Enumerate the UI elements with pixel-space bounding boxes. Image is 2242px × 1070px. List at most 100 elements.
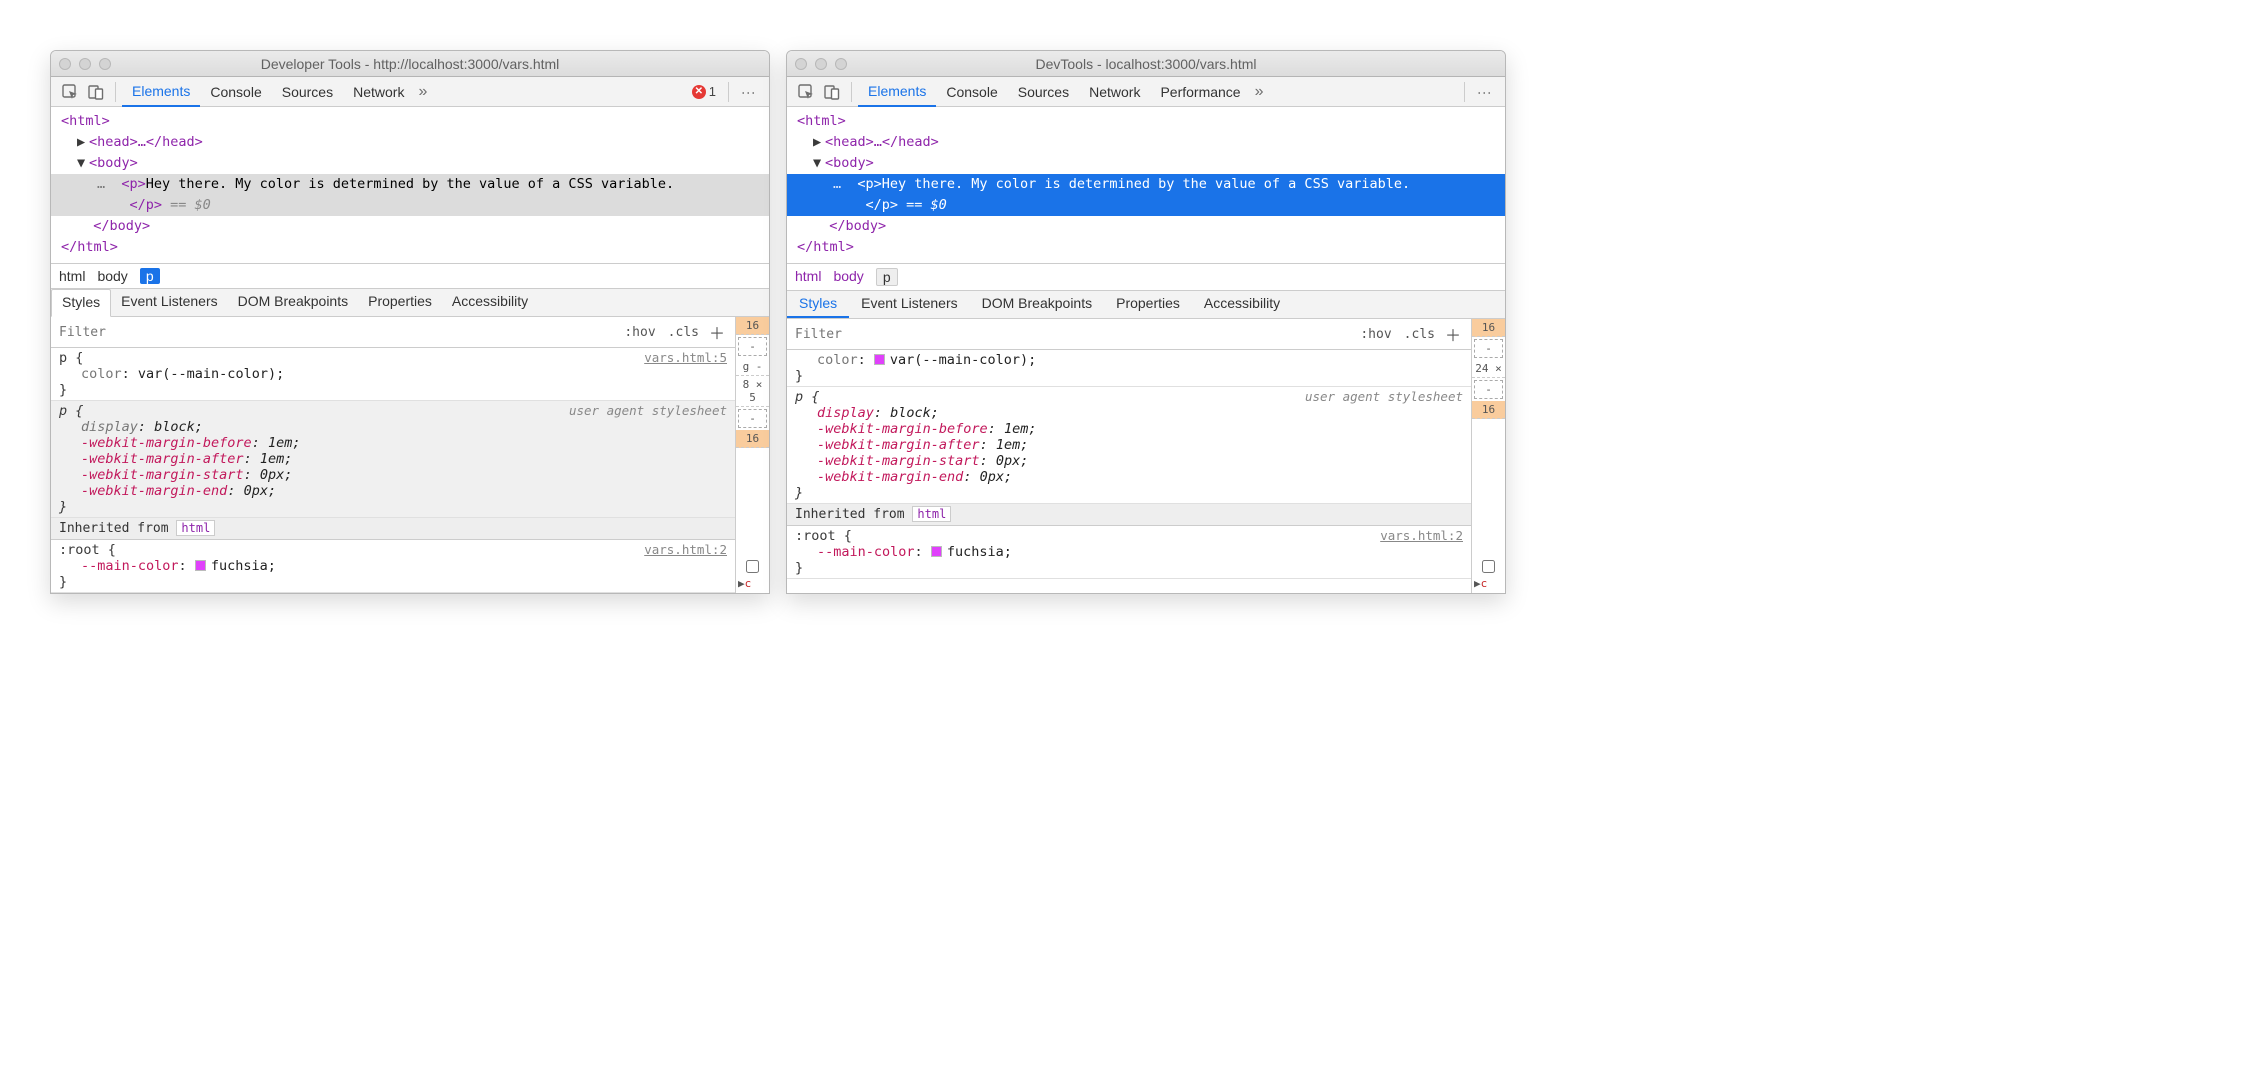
max-light[interactable] — [99, 58, 111, 70]
subtab-styles[interactable]: Styles — [787, 291, 849, 318]
prop-value: 0px; — [244, 483, 277, 499]
kebab-menu-icon[interactable]: ⋮ — [1471, 86, 1499, 98]
prop-value[interactable]: fuchsia; — [211, 558, 276, 574]
device-toggle-icon[interactable] — [83, 79, 109, 105]
color-swatch-icon[interactable] — [874, 354, 885, 365]
inspect-icon[interactable] — [57, 79, 83, 105]
tab-network[interactable]: Network — [343, 77, 414, 107]
min-light[interactable] — [815, 58, 827, 70]
subtab-accessibility[interactable]: Accessibility — [442, 289, 538, 316]
prop-name: display — [81, 419, 138, 435]
expander-icon[interactable]: ▼ — [813, 153, 823, 174]
prop-name[interactable]: --main-color — [81, 558, 179, 574]
dom-head[interactable]: <head>…</head> — [89, 134, 203, 150]
dom-html-close[interactable]: </html> — [797, 239, 854, 255]
tab-elements[interactable]: Elements — [858, 77, 936, 107]
filter-input[interactable] — [795, 327, 1354, 342]
rule-source[interactable]: vars.html:5 — [644, 350, 727, 366]
prop-name[interactable]: color — [817, 352, 858, 368]
prop-name: -webkit-margin-after — [81, 451, 244, 467]
expander-icon[interactable]: ▼ — [77, 153, 87, 174]
prop-value[interactable]: var(--main-color); — [890, 352, 1036, 368]
dom-html-close[interactable]: </html> — [61, 239, 118, 255]
selected-node-row[interactable]: … <p>Hey there. My color is determined b… — [51, 174, 769, 216]
selected-node-row[interactable]: … <p>Hey there. My color is determined b… — [787, 174, 1505, 216]
crumb-html[interactable]: html — [59, 268, 85, 284]
close-light[interactable] — [795, 58, 807, 70]
new-rule-icon[interactable]: ＋ — [705, 320, 729, 344]
tabs-overflow[interactable]: » — [414, 83, 431, 101]
line-marker: … — [833, 176, 841, 192]
dom-tree[interactable]: <html> ▶<head>…</head> ▼<body> … <p>Hey … — [51, 107, 769, 263]
close-light[interactable] — [59, 58, 71, 70]
sidebar-checkbox[interactable] — [1482, 560, 1495, 573]
crumb-body[interactable]: body — [833, 268, 863, 286]
crumb-body[interactable]: body — [97, 268, 127, 284]
kebab-menu-icon[interactable]: ⋮ — [735, 86, 763, 98]
rule-source[interactable]: vars.html:2 — [1380, 528, 1463, 544]
hov-toggle[interactable]: :hov — [618, 325, 661, 340]
device-toggle-icon[interactable] — [819, 79, 845, 105]
inspect-icon[interactable] — [793, 79, 819, 105]
dom-html-open[interactable]: <html> — [61, 113, 110, 129]
tabs-overflow[interactable]: » — [1251, 83, 1268, 101]
subtab-properties[interactable]: Properties — [358, 289, 442, 316]
tab-network[interactable]: Network — [1079, 77, 1150, 107]
style-rule[interactable]: :root {vars.html:2 --main-color: fuchsia… — [787, 526, 1471, 579]
subtab-dom-breakpoints[interactable]: DOM Breakpoints — [970, 291, 1104, 318]
expander-icon[interactable]: ▶ — [738, 577, 745, 590]
dom-body-close[interactable]: </body> — [93, 218, 150, 234]
prop-name[interactable]: --main-color — [817, 544, 915, 560]
color-swatch-icon[interactable] — [931, 546, 942, 557]
cls-toggle[interactable]: .cls — [1398, 327, 1441, 342]
dom-head[interactable]: <head>…</head> — [825, 134, 939, 150]
expander-icon[interactable]: ▶ — [77, 132, 87, 153]
color-swatch-icon[interactable] — [195, 560, 206, 571]
tab-elements[interactable]: Elements — [122, 77, 200, 107]
inherit-tag[interactable]: html — [912, 506, 951, 522]
sidebar-checkbox[interactable] — [746, 560, 759, 573]
style-rule-ua[interactable]: p {user agent stylesheet display: block;… — [51, 401, 735, 518]
tab-sources[interactable]: Sources — [272, 77, 343, 107]
min-light[interactable] — [79, 58, 91, 70]
tab-console[interactable]: Console — [200, 77, 271, 107]
dom-tree[interactable]: <html> ▶<head>…</head> ▼<body> … <p>Hey … — [787, 107, 1505, 263]
computed-sidebar: 16 - 24 × - 16 ▶c — [1471, 319, 1505, 593]
prop-value[interactable]: var(--main-color); — [138, 366, 284, 382]
dom-html-open[interactable]: <html> — [797, 113, 846, 129]
tab-sources[interactable]: Sources — [1008, 77, 1079, 107]
subtab-properties[interactable]: Properties — [1104, 291, 1192, 318]
hov-toggle[interactable]: :hov — [1354, 327, 1397, 342]
style-rule[interactable]: color: var(--main-color); } — [787, 350, 1471, 387]
sidebar-dash: - — [1474, 380, 1503, 399]
new-rule-icon[interactable]: ＋ — [1441, 322, 1465, 346]
crumb-p[interactable]: p — [876, 268, 898, 286]
error-count[interactable]: ✕ 1 — [692, 84, 716, 99]
style-rule[interactable]: :root {vars.html:2 --main-color: fuchsia… — [51, 540, 735, 593]
subtab-event-listeners[interactable]: Event Listeners — [111, 289, 228, 316]
tab-console[interactable]: Console — [936, 77, 1007, 107]
subtab-styles[interactable]: Styles — [51, 289, 111, 317]
expander-icon[interactable]: ▶ — [1474, 577, 1481, 590]
cls-toggle[interactable]: .cls — [662, 325, 705, 340]
inherit-tag[interactable]: html — [176, 520, 215, 536]
dom-body-open[interactable]: <body> — [825, 155, 874, 171]
subtab-event-listeners[interactable]: Event Listeners — [849, 291, 970, 318]
subtab-dom-breakpoints[interactable]: DOM Breakpoints — [228, 289, 358, 316]
max-light[interactable] — [835, 58, 847, 70]
filter-input[interactable] — [59, 325, 618, 340]
expander-icon[interactable]: ▶ — [813, 132, 823, 153]
subtab-accessibility[interactable]: Accessibility — [1192, 291, 1292, 318]
dom-body-close[interactable]: </body> — [829, 218, 886, 234]
error-count-value: 1 — [709, 84, 716, 99]
crumb-p[interactable]: p — [140, 268, 160, 284]
crumb-html[interactable]: html — [795, 268, 821, 286]
sidebar-num: 16 — [1472, 401, 1505, 419]
rule-source[interactable]: vars.html:2 — [644, 542, 727, 558]
dom-body-open[interactable]: <body> — [89, 155, 138, 171]
prop-value[interactable]: fuchsia; — [947, 544, 1012, 560]
style-rule[interactable]: p {vars.html:5 color: var(--main-color);… — [51, 348, 735, 401]
style-rule-ua[interactable]: p {user agent stylesheet display: block;… — [787, 387, 1471, 504]
prop-name[interactable]: color — [81, 366, 122, 382]
tab-performance[interactable]: Performance — [1150, 77, 1250, 107]
